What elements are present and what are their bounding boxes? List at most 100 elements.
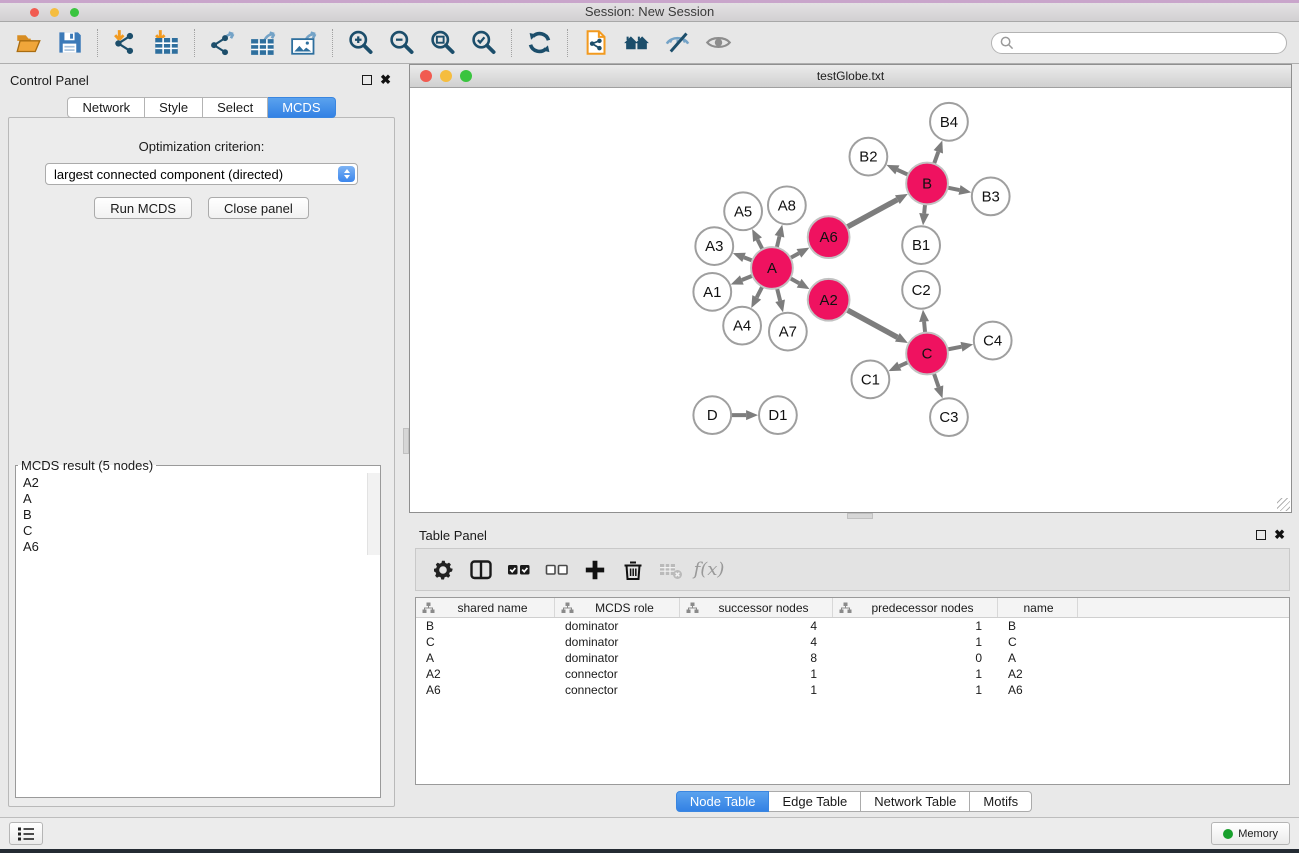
graph-node-C3[interactable]: C3	[930, 398, 968, 436]
graph-node-B3[interactable]: B3	[972, 177, 1010, 215]
import-table-button[interactable]	[146, 25, 187, 61]
maximize-window-icon[interactable]	[70, 8, 79, 17]
table-row[interactable]: A6connector11A6	[416, 682, 1289, 698]
trash-button[interactable]	[614, 552, 652, 588]
table-cell[interactable]: 4	[680, 619, 833, 633]
divider-handle[interactable]	[403, 428, 409, 454]
result-list-item[interactable]: A6	[16, 539, 380, 555]
zoom-fit-button[interactable]	[422, 25, 463, 61]
network-window-titlebar[interactable]: testGlobe.txt	[410, 65, 1291, 88]
close-panel-icon[interactable]: ✖	[380, 74, 391, 86]
network-file-button[interactable]	[575, 25, 616, 61]
run-mcds-button[interactable]: Run MCDS	[94, 197, 192, 219]
column-header-shared-name[interactable]: shared name	[416, 598, 555, 617]
plus-button[interactable]	[576, 552, 614, 588]
criterion-dropdown[interactable]: largest connected component (directed)	[45, 163, 358, 185]
export-table-button[interactable]	[243, 25, 284, 61]
graph-node-B[interactable]: B	[906, 163, 948, 205]
zoom-selected-button[interactable]	[463, 25, 504, 61]
close-table-panel-icon[interactable]: ✖	[1274, 529, 1285, 541]
table-cell[interactable]: connector	[555, 683, 680, 697]
graph-node-C1[interactable]: C1	[851, 360, 889, 398]
graph-node-D1[interactable]: D1	[759, 396, 797, 434]
graph-node-A2[interactable]: A2	[808, 279, 850, 321]
tab-mcds[interactable]: MCDS	[268, 97, 335, 118]
column-header-successor-nodes[interactable]: successor nodes	[680, 598, 833, 617]
table-cell[interactable]: A6	[416, 683, 555, 697]
minimize-window-icon[interactable]	[50, 8, 59, 17]
table-cell[interactable]: dominator	[555, 635, 680, 649]
graph-node-C4[interactable]: C4	[974, 322, 1012, 360]
table-cell[interactable]: 1	[833, 619, 998, 633]
minimize-view-icon[interactable]	[440, 70, 452, 82]
table-cell[interactable]: A	[416, 651, 555, 665]
result-list-item[interactable]: A2	[16, 475, 380, 491]
close-window-icon[interactable]	[30, 8, 39, 17]
open-folder-button[interactable]	[8, 25, 49, 61]
table-cell[interactable]: dominator	[555, 651, 680, 665]
split-panel-button[interactable]	[462, 552, 500, 588]
zoom-out-button[interactable]	[381, 25, 422, 61]
graph-node-D[interactable]: D	[693, 396, 731, 434]
graph-node-A1[interactable]: A1	[693, 273, 731, 311]
table-cell[interactable]: 1	[833, 667, 998, 681]
fx-button[interactable]: f(x)	[690, 552, 728, 588]
network-graph[interactable]: B4B2BB3A5A8A6A3B1AC2A1A2A4A7C4CC1C3DD1	[410, 88, 1291, 512]
divider-handle[interactable]	[847, 513, 873, 519]
tab-select[interactable]: Select	[203, 97, 268, 118]
column-header-predecessor-nodes[interactable]: predecessor nodes	[833, 598, 998, 617]
eye-show-button[interactable]	[698, 25, 739, 61]
table-delete-button[interactable]	[652, 552, 690, 588]
float-panel-icon[interactable]	[362, 75, 372, 85]
table-cell[interactable]: A	[998, 651, 1078, 665]
table-cell[interactable]: 8	[680, 651, 833, 665]
export-network-button[interactable]	[202, 25, 243, 61]
tab-motifs[interactable]: Motifs	[970, 791, 1032, 812]
search-input[interactable]	[1014, 35, 1278, 51]
graph-node-A5[interactable]: A5	[724, 192, 762, 230]
eye-hide-button[interactable]	[657, 25, 698, 61]
home-button[interactable]	[616, 25, 657, 61]
result-list-item[interactable]: A	[16, 491, 380, 507]
table-cell[interactable]: A6	[998, 683, 1078, 697]
tab-node-table[interactable]: Node Table	[676, 791, 770, 812]
table-cell[interactable]: dominator	[555, 619, 680, 633]
search-box[interactable]	[991, 32, 1287, 54]
table-cell[interactable]: 0	[833, 651, 998, 665]
table-cell[interactable]: connector	[555, 667, 680, 681]
node-table[interactable]: shared nameMCDS rolesuccessor nodesprede…	[415, 597, 1290, 785]
export-image-button[interactable]	[284, 25, 325, 61]
close-panel-button[interactable]: Close panel	[208, 197, 309, 219]
graph-node-A8[interactable]: A8	[768, 186, 806, 224]
table-row[interactable]: Bdominator41B	[416, 618, 1289, 634]
show-panels-button[interactable]	[9, 822, 43, 845]
graph-node-C2[interactable]: C2	[902, 271, 940, 309]
unchecked-boxes-button[interactable]	[538, 552, 576, 588]
network-canvas[interactable]: B4B2BB3A5A8A6A3B1AC2A1A2A4A7C4CC1C3DD1	[410, 88, 1291, 512]
table-row[interactable]: Cdominator41C	[416, 634, 1289, 650]
result-scrollbar[interactable]	[367, 473, 380, 555]
table-row[interactable]: Adominator80A	[416, 650, 1289, 666]
table-cell[interactable]: B	[998, 619, 1078, 633]
refresh-button[interactable]	[519, 25, 560, 61]
window-titlebar[interactable]: Session: New Session	[0, 0, 1299, 22]
result-list-item[interactable]: B	[16, 507, 380, 523]
column-header-MCDS-role[interactable]: MCDS role	[555, 598, 680, 617]
maximize-view-icon[interactable]	[460, 70, 472, 82]
resize-grip-icon[interactable]	[1277, 498, 1290, 511]
column-header-name[interactable]: name	[998, 598, 1078, 617]
tab-style[interactable]: Style	[145, 97, 203, 118]
vertical-split-divider[interactable]	[403, 64, 409, 817]
zoom-in-button[interactable]	[340, 25, 381, 61]
graph-node-B4[interactable]: B4	[930, 103, 968, 141]
save-button[interactable]	[49, 25, 90, 61]
memory-button[interactable]: Memory	[1211, 822, 1290, 845]
horizontal-split-divider[interactable]	[409, 513, 1299, 520]
table-cell[interactable]: 1	[680, 683, 833, 697]
import-network-button[interactable]	[105, 25, 146, 61]
graph-node-B1[interactable]: B1	[902, 226, 940, 264]
close-view-icon[interactable]	[420, 70, 432, 82]
graph-node-A7[interactable]: A7	[769, 313, 807, 351]
table-row[interactable]: A2connector11A2	[416, 666, 1289, 682]
table-cell[interactable]: A2	[998, 667, 1078, 681]
